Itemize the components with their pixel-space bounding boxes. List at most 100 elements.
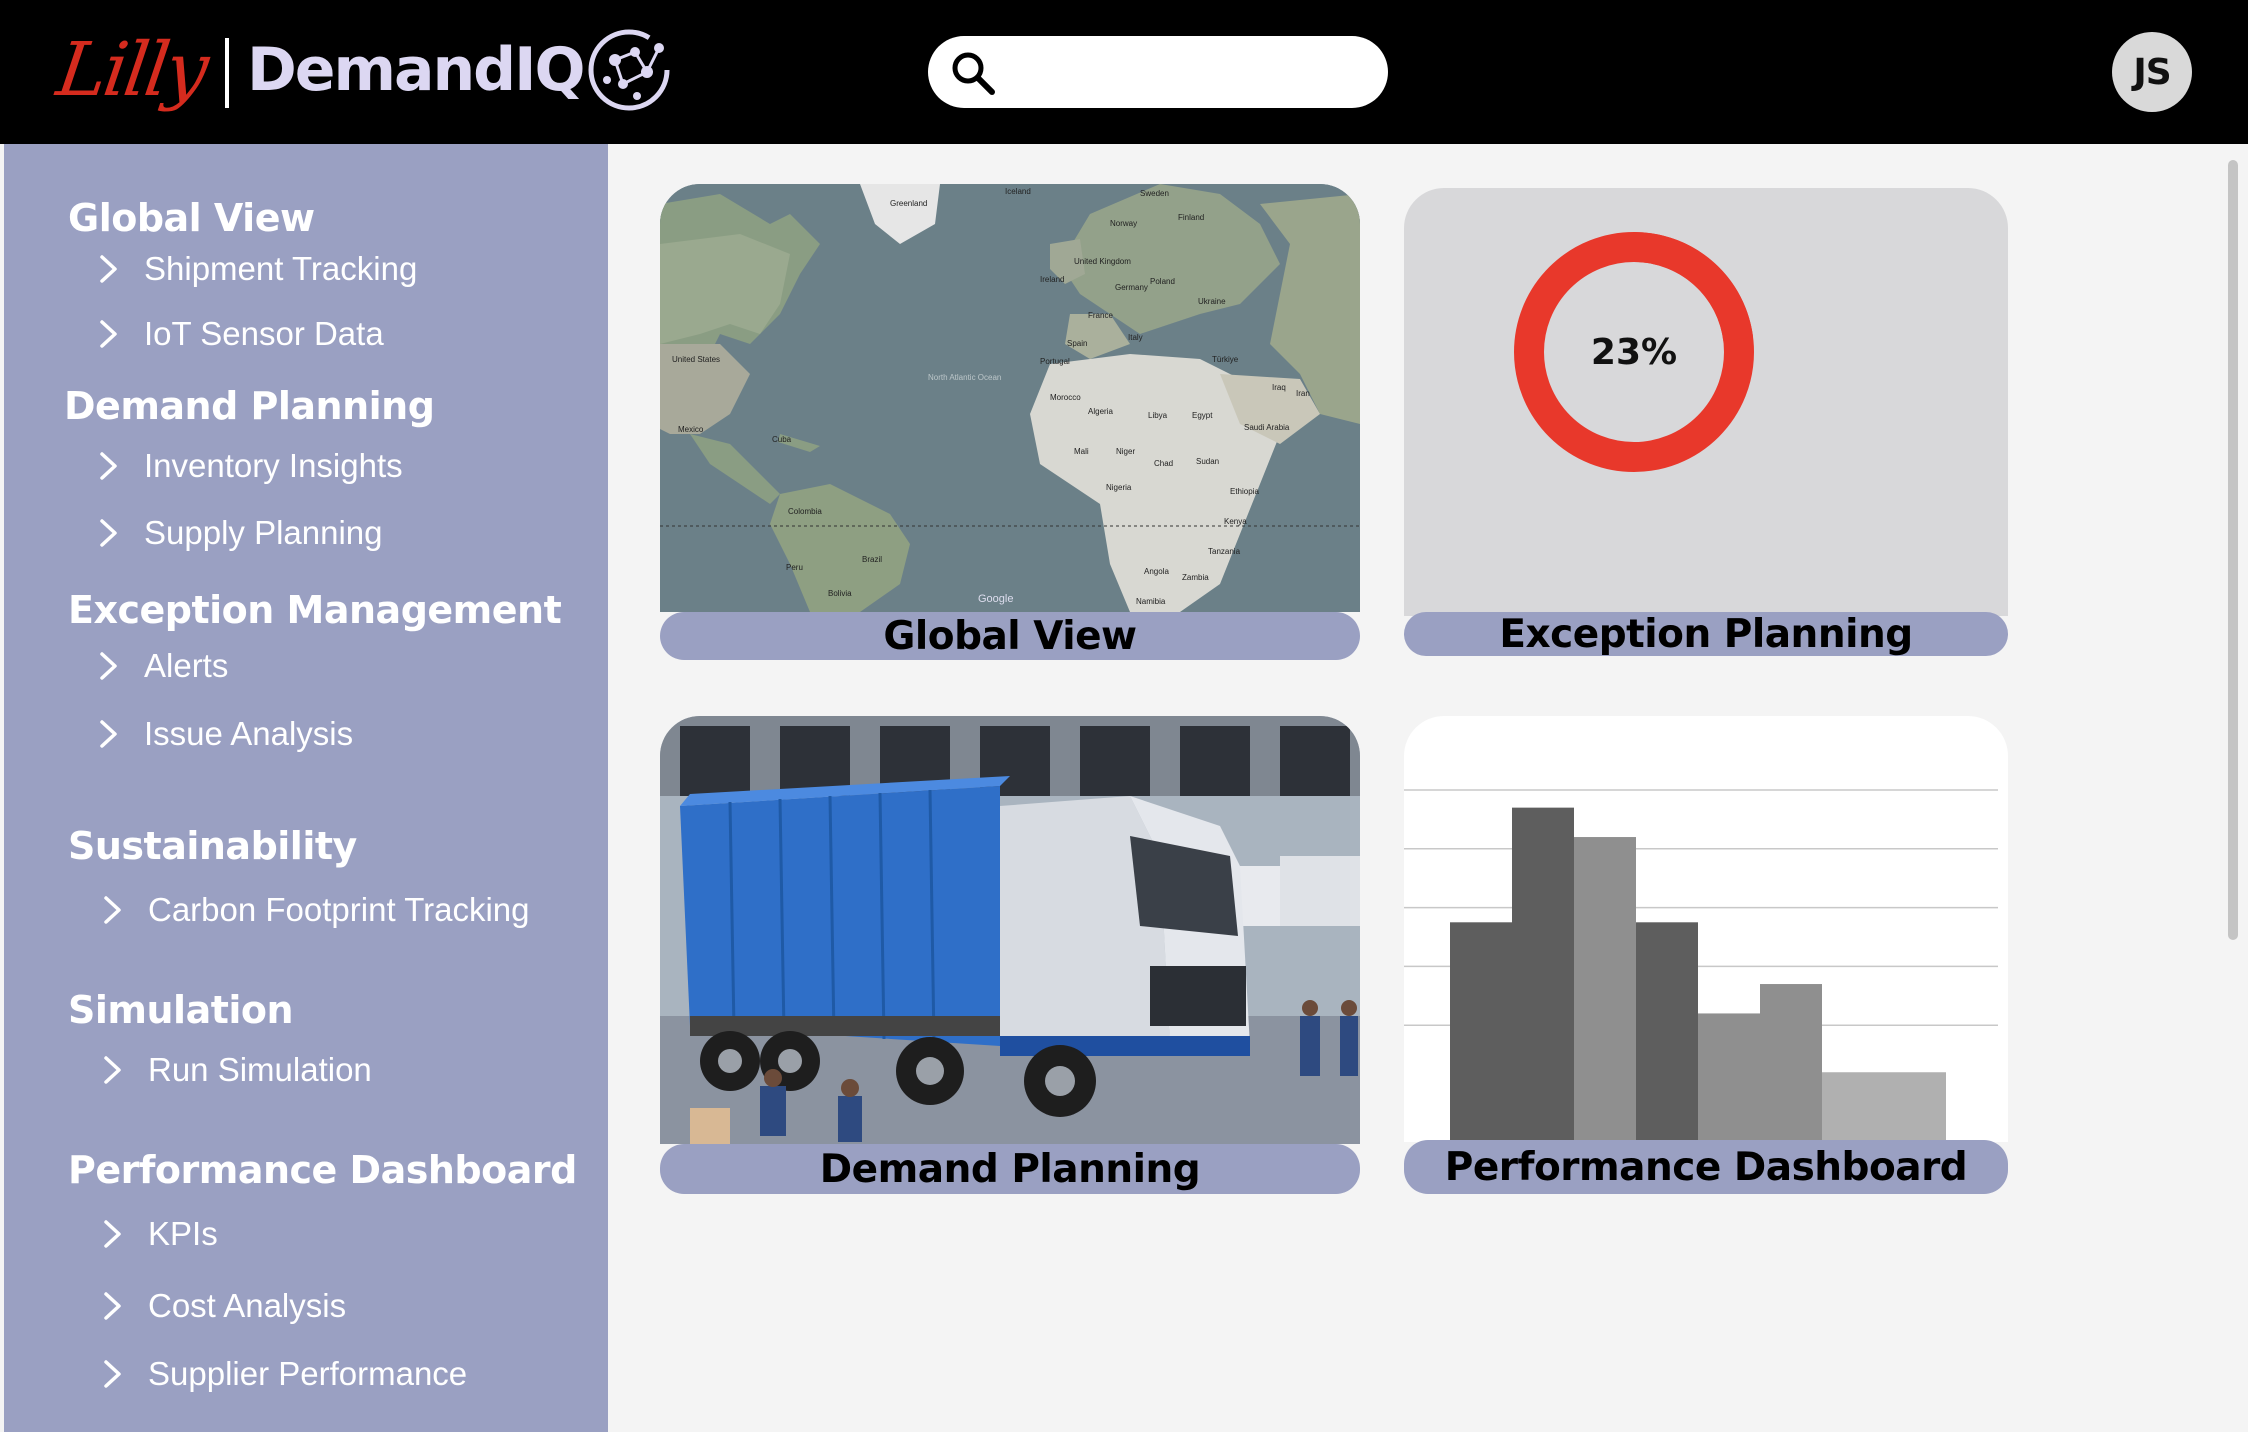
chart-bar-8 (1884, 1072, 1946, 1142)
sidebar-section-global-view[interactable]: Global View (68, 196, 315, 240)
map-label-ocean: North Atlantic Ocean (928, 373, 1001, 382)
global-view-map[interactable]: North Atlantic Ocean Greenland Iceland S… (660, 184, 1360, 612)
demand-planning-image[interactable] (660, 716, 1360, 1144)
map-label: Bolivia (828, 589, 852, 598)
map-label: Nigeria (1106, 483, 1132, 492)
map-label: Germany (1115, 283, 1148, 292)
map-label: Mexico (678, 425, 704, 434)
chevron-right-icon (104, 1292, 121, 1320)
sidebar-item-carbon-footprint-tracking[interactable]: Carbon Footprint Tracking (98, 891, 530, 929)
exception-donut-chart: 23% (1514, 232, 1754, 472)
donut-percent-label: 23% (1591, 332, 1677, 373)
chevron-right-icon (100, 519, 117, 547)
app-logo[interactable]: Lilly DemandIQ (52, 20, 673, 120)
sidebar-item-kpis[interactable]: KPIs (98, 1215, 218, 1253)
chart-bar-6 (1760, 984, 1822, 1142)
sidebar-item-label: Inventory Insights (144, 447, 403, 484)
chevron-right-icon (100, 720, 117, 748)
sidebar: Global View Shipment Tracking IoT Sensor… (4, 144, 608, 1432)
map-label: Ireland (1040, 275, 1064, 284)
map-label: Norway (1110, 219, 1137, 228)
exception-planning-card-button[interactable]: Exception Planning (1404, 612, 2008, 657)
map-label: Sweden (1140, 189, 1169, 198)
search-bar[interactable] (928, 36, 1388, 108)
product-name: DemandIQ (246, 35, 585, 105)
map-label: Brazil (862, 555, 882, 564)
performance-dashboard-panel[interactable] (1404, 716, 2008, 1142)
sidebar-item-label: Cost Analysis (148, 1287, 347, 1324)
user-avatar[interactable]: JS (2112, 32, 2192, 112)
sidebar-section-simulation[interactable]: Simulation (68, 988, 294, 1032)
map-label: Finland (1178, 213, 1204, 222)
map-label: Sudan (1196, 457, 1219, 466)
network-globe-icon (588, 29, 670, 111)
sidebar-section-sustainability[interactable]: Sustainability (68, 824, 357, 868)
map-label: Iceland (1005, 187, 1031, 196)
map-label: United Kingdom (1074, 257, 1131, 266)
map-label: Peru (786, 563, 803, 572)
performance-dashboard-card-button[interactable]: Performance Dashboard (1404, 1140, 2008, 1194)
performance-bar-chart (1404, 789, 1998, 1142)
map-label: Egypt (1192, 411, 1213, 420)
sidebar-item-iot-sensor-data[interactable]: IoT Sensor Data (94, 315, 384, 353)
exception-planning-panel[interactable]: 23% (1404, 188, 2008, 616)
chevron-right-icon (104, 896, 121, 924)
map-label: France (1088, 311, 1113, 320)
demand-planning-card-button[interactable]: Demand Planning (660, 1144, 1360, 1194)
chevron-right-icon (104, 1056, 121, 1084)
logo-divider (224, 38, 229, 108)
sidebar-section-exception-management[interactable]: Exception Management (68, 588, 562, 632)
sidebar-item-supplier-performance[interactable]: Supplier Performance (98, 1355, 467, 1393)
map-label: United States (672, 355, 720, 364)
chart-bar-4 (1636, 922, 1698, 1142)
map-label: Türkiye (1212, 355, 1239, 364)
sidebar-item-issue-analysis[interactable]: Issue Analysis (94, 715, 353, 753)
map-label: Namibia (1136, 597, 1166, 606)
sidebar-item-cost-analysis[interactable]: Cost Analysis (98, 1287, 346, 1325)
sidebar-item-alerts[interactable]: Alerts (94, 647, 228, 685)
map-label: Iran (1296, 389, 1310, 398)
map-label: Colombia (788, 507, 822, 516)
sidebar-item-run-simulation[interactable]: Run Simulation (98, 1051, 372, 1089)
chevron-right-icon (104, 1220, 121, 1248)
sidebar-item-label: KPIs (148, 1215, 218, 1252)
sidebar-item-label: IoT Sensor Data (144, 315, 384, 352)
scrollbar-thumb[interactable] (2228, 160, 2238, 940)
chevron-right-icon (100, 320, 117, 348)
chart-bar-3 (1574, 837, 1636, 1142)
chart-bar-5 (1698, 1013, 1760, 1142)
map-label: Kenya (1224, 517, 1247, 526)
map-attribution: Google (978, 593, 1013, 605)
map-label: Chad (1154, 459, 1173, 468)
map-label: Algeria (1088, 407, 1113, 416)
sidebar-item-label: Carbon Footprint Tracking (148, 891, 530, 928)
sidebar-item-shipment-tracking[interactable]: Shipment Tracking (94, 250, 417, 288)
map-label: Iraq (1272, 383, 1286, 392)
map-label: Saudi Arabia (1244, 423, 1290, 432)
map-label: Spain (1067, 339, 1087, 348)
sidebar-section-demand-planning[interactable]: Demand Planning (64, 384, 435, 428)
search-input[interactable] (1012, 50, 1362, 94)
map-label: Greenland (890, 199, 927, 208)
map-label: Morocco (1050, 393, 1081, 402)
search-icon (952, 52, 995, 95)
sidebar-item-supply-planning[interactable]: Supply Planning (94, 514, 383, 552)
global-view-card-button[interactable]: Global View (660, 612, 1360, 660)
chevron-right-icon (100, 652, 117, 680)
map-label: Angola (1144, 567, 1169, 576)
sidebar-section-performance-dashboard[interactable]: Performance Dashboard (68, 1148, 577, 1192)
map-label: Italy (1128, 333, 1143, 342)
top-bar: Lilly DemandIQ JS (0, 0, 2248, 144)
truck-illustration (660, 716, 1360, 1144)
map-label: Tanzania (1208, 547, 1241, 556)
chevron-right-icon (100, 452, 117, 480)
chart-bar-2 (1512, 807, 1574, 1142)
sidebar-item-inventory-insights[interactable]: Inventory Insights (94, 447, 403, 485)
sidebar-item-label: Supply Planning (144, 514, 383, 551)
map-label: Zambia (1182, 573, 1209, 582)
map-label: Cuba (772, 435, 792, 444)
map-label: Mali (1074, 447, 1089, 456)
sidebar-item-label: Supplier Performance (148, 1355, 468, 1392)
map-label: Portugal (1040, 357, 1070, 366)
map-label: Ukraine (1198, 297, 1226, 306)
